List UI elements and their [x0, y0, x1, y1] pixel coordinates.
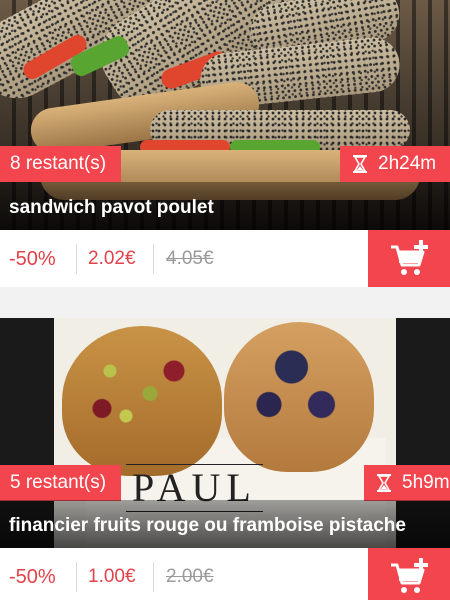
divider [153, 562, 154, 592]
cart-plus-icon [391, 240, 428, 275]
card-gap [0, 287, 450, 318]
original-price: 2.00€ [166, 566, 214, 587]
discount-label: -50% [9, 566, 56, 588]
price-row: -50% 2.02€ 4.05€ [0, 230, 450, 287]
product-photo: PAUL [0, 318, 450, 548]
cart-plus-icon [391, 558, 428, 593]
time-left-badge: 2h24m [340, 146, 450, 182]
current-price: 2.02€ [88, 248, 136, 269]
price-row: -50% 1.00€ 2.00€ [0, 548, 450, 600]
discount-label: -50% [9, 248, 56, 270]
offer-card[interactable]: 8 restant(s) 2h24m sandwich pavot poulet… [0, 0, 450, 287]
time-left-text: 2h24m [378, 153, 437, 174]
hourglass-icon [353, 155, 367, 173]
add-to-cart-button[interactable] [368, 548, 450, 600]
product-title[interactable]: sandwich pavot poulet [9, 197, 214, 219]
current-price: 1.00€ [88, 566, 136, 587]
divider [76, 562, 77, 592]
divider [153, 244, 154, 274]
paul-logo: PAUL [126, 464, 263, 512]
divider [76, 244, 77, 274]
original-price: 4.05€ [166, 248, 214, 269]
add-to-cart-button[interactable] [368, 230, 450, 287]
stock-badge: 8 restant(s) [0, 146, 121, 182]
